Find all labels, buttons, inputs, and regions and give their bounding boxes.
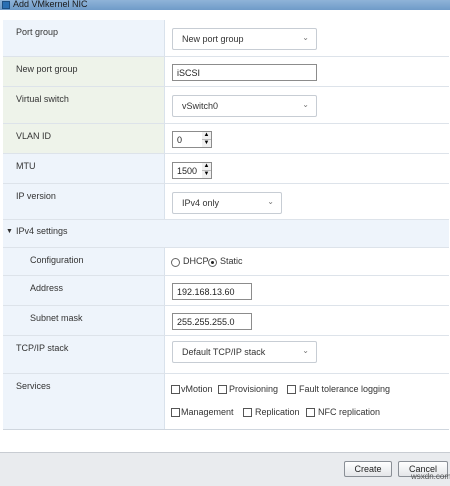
subnet-mask-input[interactable]	[172, 313, 252, 330]
ip-version-label: IP version	[16, 191, 56, 201]
row-subnet-mask: Subnet mask	[3, 306, 449, 336]
spin-down-icon[interactable]: ▼	[202, 171, 211, 178]
vmkernel-nic-form: Port group New port group ⌄ New port gro…	[3, 20, 449, 430]
row-mtu: MTU ▲▼	[3, 154, 449, 184]
spin-up-icon[interactable]: ▲	[202, 132, 211, 140]
vmotion-checkbox[interactable]	[171, 385, 180, 394]
vmotion-label[interactable]: vMotion	[181, 384, 213, 394]
dhcp-radio-label[interactable]: DHCP	[183, 256, 209, 266]
row-configuration: Configuration DHCP Static	[3, 248, 449, 276]
row-ipv4-settings: ▼ IPv4 settings	[3, 220, 449, 248]
nfc-replication-label[interactable]: NFC replication	[318, 407, 380, 417]
replication-checkbox[interactable]	[243, 408, 252, 417]
mtu-spinner[interactable]: ▲ ▼	[202, 162, 212, 179]
tcpip-stack-select[interactable]: Default TCP/IP stack ⌄	[172, 341, 317, 363]
vmware-icon	[2, 1, 10, 9]
row-tcpip-stack: TCP/IP stack Default TCP/IP stack ⌄	[3, 336, 449, 374]
row-services: Services vMotion Provisioning Fault tole…	[3, 374, 449, 430]
new-port-group-input[interactable]	[172, 64, 317, 81]
provisioning-label[interactable]: Provisioning	[229, 384, 278, 394]
chevron-down-icon: ⌄	[302, 100, 309, 109]
management-checkbox[interactable]	[171, 408, 180, 417]
subnet-mask-label: Subnet mask	[30, 313, 83, 323]
new-port-group-label: New port group	[16, 64, 78, 74]
mtu-input[interactable]	[172, 162, 203, 179]
nfc-replication-checkbox[interactable]	[306, 408, 315, 417]
dialog-title-bar: Add VMkernel NIC	[0, 0, 450, 10]
row-vlan-id: VLAN ID ▲▼	[3, 124, 449, 154]
port-group-label: Port group	[16, 27, 59, 37]
vlan-id-input[interactable]	[172, 131, 203, 148]
watermark: wsxdn.com	[411, 472, 450, 481]
spin-down-icon[interactable]: ▼	[202, 140, 211, 147]
virtual-switch-label: Virtual switch	[16, 94, 69, 104]
row-virtual-switch: Virtual switch vSwitch0 ⌄	[3, 87, 449, 124]
fault-tolerance-logging-label[interactable]: Fault tolerance logging	[299, 384, 390, 394]
create-button[interactable]: Create	[344, 461, 392, 477]
row-port-group: Port group New port group ⌄	[3, 20, 449, 57]
vlan-id-label: VLAN ID	[16, 131, 52, 141]
dialog-title: Add VMkernel NIC	[13, 0, 88, 9]
services-label: Services	[16, 381, 51, 391]
replication-label[interactable]: Replication	[255, 407, 300, 417]
tcpip-stack-label: TCP/IP stack	[16, 343, 69, 353]
port-group-select[interactable]: New port group ⌄	[172, 28, 317, 50]
mtu-label: MTU	[16, 161, 36, 171]
address-label: Address	[30, 283, 64, 293]
vlan-id-spinner[interactable]: ▲ ▼	[202, 131, 212, 148]
dhcp-radio[interactable]	[171, 258, 180, 267]
ip-version-select[interactable]: IPv4 only ⌄	[172, 192, 282, 214]
dialog-footer: Create Cancel	[0, 452, 450, 486]
static-radio[interactable]	[208, 258, 217, 267]
configuration-label: Configuration	[30, 255, 84, 265]
collapse-caret-icon[interactable]: ▼	[6, 228, 13, 235]
configuration-radio-group: DHCP Static	[171, 254, 291, 270]
chevron-down-icon: ⌄	[267, 197, 274, 206]
spin-up-icon[interactable]: ▲	[202, 163, 211, 171]
row-address: Address	[3, 276, 449, 306]
provisioning-checkbox[interactable]	[218, 385, 227, 394]
row-ip-version: IP version IPv4 only ⌄	[3, 184, 449, 220]
ipv4-settings-label[interactable]: IPv4 settings	[16, 226, 68, 236]
row-new-port-group: New port group	[3, 57, 449, 87]
address-input[interactable]	[172, 283, 252, 300]
management-label[interactable]: Management	[181, 407, 234, 417]
virtual-switch-select[interactable]: vSwitch0 ⌄	[172, 95, 317, 117]
chevron-down-icon: ⌄	[302, 33, 309, 42]
chevron-down-icon: ⌄	[302, 346, 309, 355]
static-radio-label[interactable]: Static	[220, 256, 243, 266]
fault-tolerance-logging-checkbox[interactable]	[287, 385, 296, 394]
